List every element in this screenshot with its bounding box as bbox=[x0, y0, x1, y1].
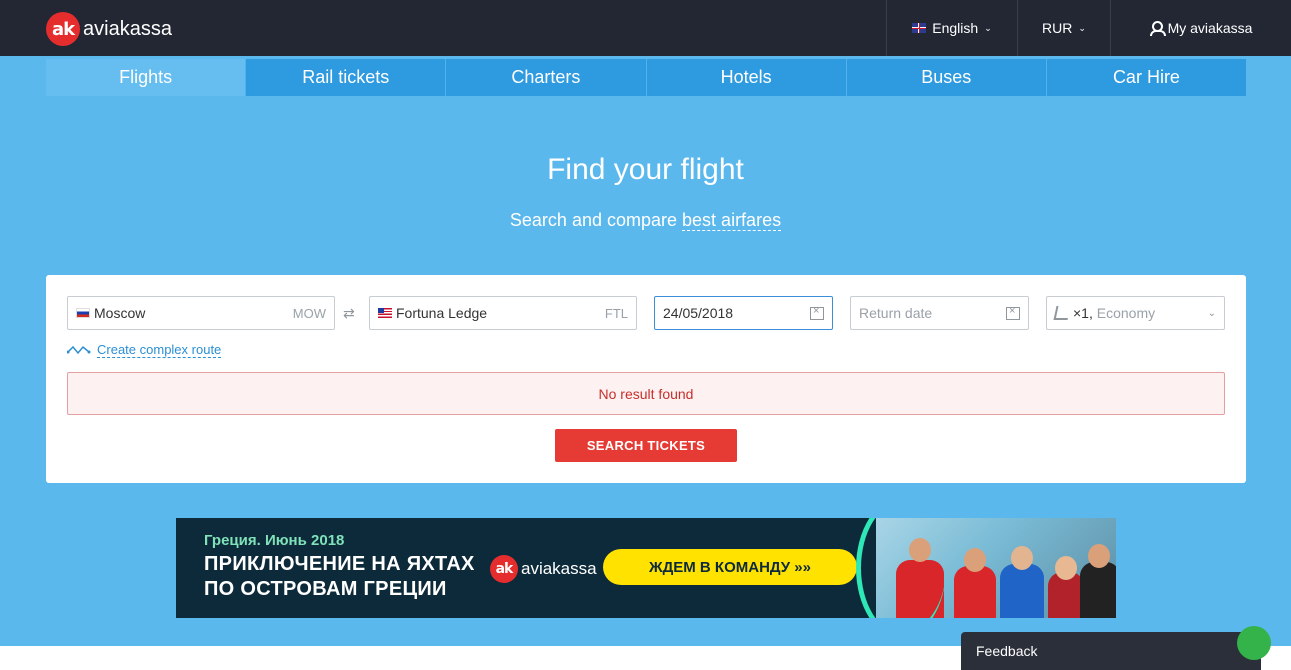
destination-field[interactable]: Fortuna Ledge FTL bbox=[369, 296, 637, 330]
account-label: My aviakassa bbox=[1167, 20, 1253, 36]
banner-cta-button[interactable]: ЖДЕМ В КОМАНДУ »» bbox=[603, 549, 857, 585]
best-airfares-link[interactable]: best airfares bbox=[682, 210, 782, 231]
banner-headline-2: ПО ОСТРОВАМ ГРЕЦИИ bbox=[204, 578, 447, 600]
chevron-down-icon: ⌄ bbox=[984, 22, 992, 33]
currency-label: RUR bbox=[1042, 20, 1073, 36]
top-menu: English ⌄ RUR ⌄ My aviakassa bbox=[886, 0, 1291, 56]
person-head bbox=[1088, 544, 1110, 568]
person-head bbox=[1011, 546, 1033, 570]
page-title: Find your flight bbox=[547, 153, 744, 186]
logo-mark: ak bbox=[490, 555, 518, 583]
origin-field[interactable]: Moscow MOW bbox=[67, 296, 335, 330]
person-figure bbox=[1000, 564, 1044, 618]
swap-icon[interactable]: ⇄ bbox=[343, 305, 355, 322]
russia-flag-icon bbox=[76, 308, 90, 318]
route-icon bbox=[67, 345, 91, 355]
departure-date-value: 24/05/2018 bbox=[663, 305, 734, 321]
decorative-arc bbox=[856, 518, 946, 618]
usa-flag-icon bbox=[378, 308, 392, 318]
page-subtitle: Search and compare best airfares bbox=[0, 210, 1291, 231]
banner-logo-text: aviakassa bbox=[521, 559, 597, 578]
promo-banner[interactable]: Греция. Июнь 2018 ПРИКЛЮЧЕНИЕ НА ЯХТАХ П… bbox=[176, 518, 1116, 618]
language-selector[interactable]: English ⌄ bbox=[886, 0, 1017, 56]
tab-flights[interactable]: Flights bbox=[46, 59, 247, 96]
calendar-icon[interactable] bbox=[810, 305, 824, 320]
search-tickets-button[interactable]: SEARCH TICKETS bbox=[555, 429, 737, 462]
complex-route-label: Create complex route bbox=[97, 342, 222, 358]
cabin-class: Economy bbox=[1096, 305, 1156, 321]
passenger-count: ×1 bbox=[1073, 305, 1089, 321]
chevron-down-icon: ⌄ bbox=[1078, 22, 1086, 33]
tab-hotels[interactable]: Hotels bbox=[646, 59, 847, 96]
origin-value: Moscow bbox=[94, 305, 146, 321]
tab-charters[interactable]: Charters bbox=[446, 59, 647, 96]
person-head bbox=[964, 548, 986, 572]
logo-mark: ak bbox=[46, 12, 80, 46]
tab-buses[interactable]: Buses bbox=[846, 59, 1047, 96]
seat-icon bbox=[1053, 306, 1071, 320]
destination-code: FTL bbox=[604, 305, 628, 321]
return-date-field[interactable]: Return date bbox=[850, 296, 1029, 330]
tab-car-hire[interactable]: Car Hire bbox=[1046, 59, 1247, 96]
person-figure bbox=[1080, 562, 1116, 618]
my-account-link[interactable]: My aviakassa bbox=[1110, 0, 1291, 56]
search-form: Moscow MOW ⇄ Fortuna Ledge FTL 24/05/201… bbox=[46, 275, 1246, 483]
error-message: No result found bbox=[67, 372, 1225, 415]
banner-logo: ak aviakassa bbox=[490, 555, 597, 583]
top-bar: ak aviakassa English ⌄ RUR ⌄ My aviakass… bbox=[0, 0, 1291, 56]
uk-flag-icon bbox=[912, 23, 927, 33]
destination-value: Fortuna Ledge bbox=[396, 305, 488, 321]
logo-text: aviakassa bbox=[83, 17, 172, 40]
feedback-label: Feedback bbox=[976, 643, 1038, 659]
banner-headline-1: ПРИКЛЮЧЕНИЕ НА ЯХТАХ bbox=[204, 553, 475, 575]
feedback-widget[interactable]: Feedback bbox=[961, 626, 1271, 670]
user-icon bbox=[1149, 21, 1166, 36]
language-label: English bbox=[932, 20, 979, 36]
origin-code: MOW bbox=[292, 305, 326, 321]
person-figure bbox=[954, 566, 996, 618]
currency-selector[interactable]: RUR ⌄ bbox=[1017, 0, 1110, 56]
service-tabs: Flights Rail tickets Charters Hotels Bus… bbox=[46, 59, 1247, 96]
hero-section: Flights Rail tickets Charters Hotels Bus… bbox=[0, 56, 1291, 646]
tab-rail-tickets[interactable]: Rail tickets bbox=[246, 59, 447, 96]
chevron-down-icon: ⌄ bbox=[1207, 307, 1216, 319]
passengers-class-selector[interactable]: ×1, Economy ⌄ bbox=[1046, 296, 1225, 330]
calendar-icon[interactable] bbox=[1006, 305, 1020, 320]
return-date-placeholder: Return date bbox=[859, 305, 933, 321]
logo[interactable]: ak aviakassa bbox=[46, 12, 172, 46]
banner-date: Греция. Июнь 2018 bbox=[204, 532, 345, 549]
complex-route-link[interactable]: Create complex route bbox=[67, 342, 222, 358]
feedback-badge-icon bbox=[1237, 626, 1271, 660]
person-head bbox=[1055, 556, 1077, 580]
departure-date-field[interactable]: 24/05/2018 bbox=[654, 296, 833, 330]
subtitle-text: Search and compare bbox=[509, 210, 678, 230]
